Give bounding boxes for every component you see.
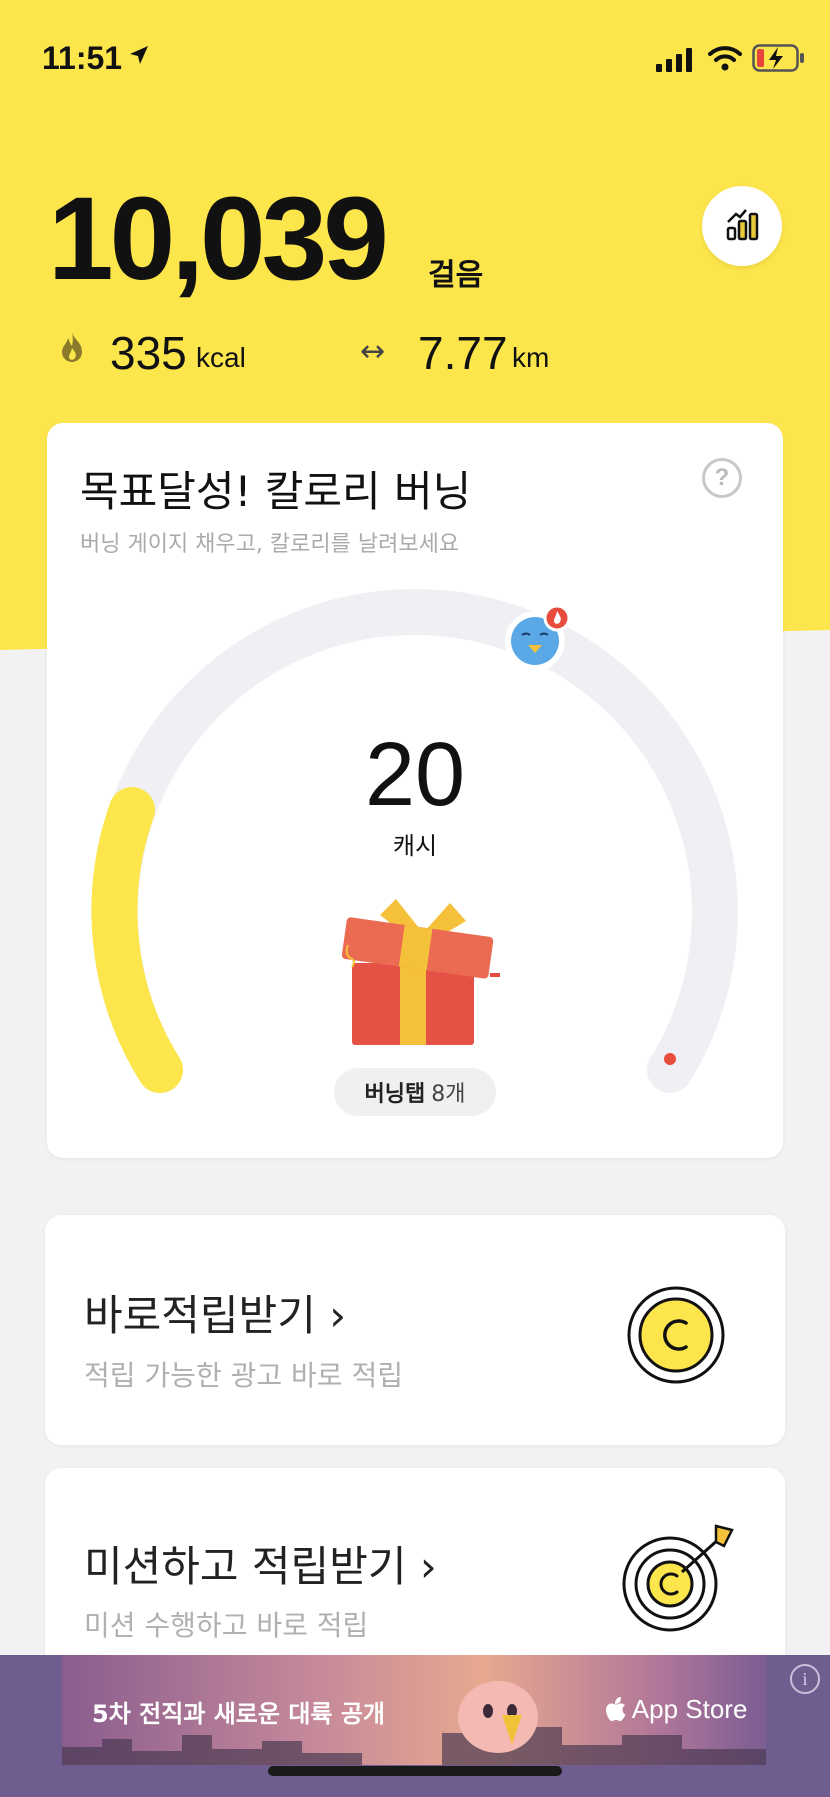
distance-arrow-icon: ↔ [360,334,386,369]
burning-tap-count: 8개 [431,1082,466,1107]
ad-headline[interactable]: 5차 전직과 새로운 대륙 공개 [92,1694,385,1729]
step-unit: 걸음 [428,258,484,293]
step-count: 10,039 [48,173,389,305]
stats-button[interactable] [702,186,782,266]
cash-value: 20 [364,725,466,825]
instant-reward-subtitle: 적립 가능한 광고 바로 적립 [84,1359,403,1392]
calories-unit: kcal [196,342,246,373]
mission-reward-subtitle: 미션 수행하고 바로 적립 [84,1609,369,1642]
burning-tap-counter: 버닝탭 8개 [334,1068,496,1116]
ad-info-icon[interactable]: i [790,1664,820,1694]
card-subtitle: 버닝 게이지 채우고, 칼로리를 날려보세요 [80,532,460,557]
flame-icon [58,330,86,368]
gift-box-icon[interactable] [338,885,508,1049]
bar-chart-icon [724,206,760,246]
mission-reward-title[interactable]: 미션하고 적립받기 › [84,1533,437,1594]
target-icon [620,1524,736,1638]
distance-value: 7.77 [418,327,508,379]
gauge-fill [91,787,183,1093]
cellular-signal-icon [656,48,694,76]
card-title: 목표달성! 칼로리 버닝 [80,467,472,516]
distance-unit: km [512,342,550,373]
apple-icon [606,1694,632,1724]
wifi-icon [708,44,742,76]
ad-app-store-label[interactable]: App Store [606,1694,747,1725]
home-indicator[interactable] [268,1766,562,1776]
calories-value: 335 [110,327,187,379]
status-time: 11:51 [42,40,123,76]
app-store-text: App Store [631,1694,748,1724]
battery-charging-icon [752,44,806,76]
coin-icon [626,1285,726,1389]
gauge-end-dot [664,1053,676,1065]
help-icon[interactable]: ? [702,458,742,498]
location-arrow-icon [128,44,150,70]
burning-tap-label: 버닝탭 [364,1082,426,1107]
instant-reward-title[interactable]: 바로적립받기 › [84,1282,346,1343]
cash-unit: 캐시 [392,832,438,860]
